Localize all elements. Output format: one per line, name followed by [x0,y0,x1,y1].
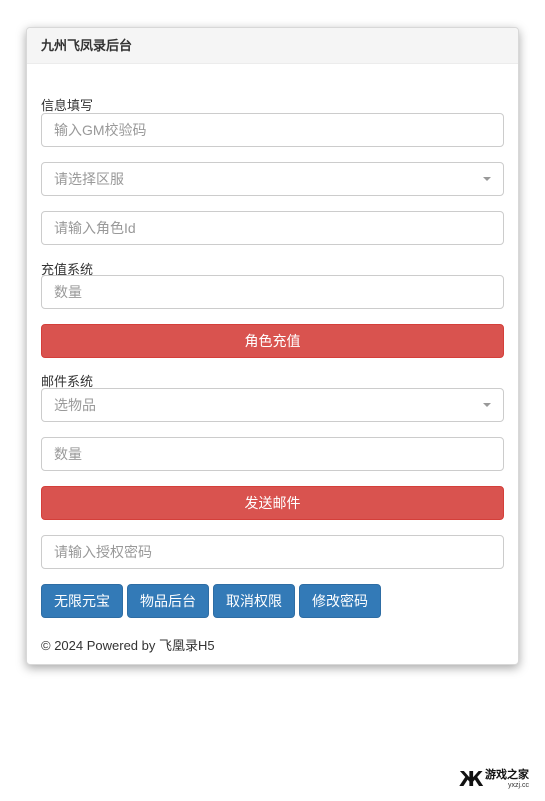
role-id-input[interactable] [41,211,504,245]
site-watermark: Ж 游戏之家 yxzj.cc [459,765,535,793]
recharge-quantity-input[interactable] [41,275,504,309]
watermark-logo-icon: Ж [459,767,484,791]
item-backend-button[interactable]: 物品后台 [127,584,209,618]
auth-password-input[interactable] [41,535,504,569]
watermark-subtitle: yxzj.cc [508,781,529,789]
chevron-down-icon [483,177,491,181]
gm-code-input[interactable] [41,113,504,147]
item-select-placeholder: 选物品 [54,397,96,413]
unlimited-ingot-button[interactable]: 无限元宝 [41,584,123,618]
watermark-title: 游戏之家 [485,768,529,781]
send-mail-button[interactable]: 发送邮件 [41,486,504,520]
server-select[interactable]: 请选择区服 [41,162,504,196]
footer-copyright: © 2024 Powered by 飞凰录H5 [41,638,215,653]
change-password-button[interactable]: 修改密码 [299,584,381,618]
server-select-placeholder: 请选择区服 [54,171,124,187]
info-section-label: 信息填写 [41,98,94,113]
recharge-role-button[interactable]: 角色充值 [41,324,504,358]
panel-title: 九州飞凤录后台 [27,28,518,64]
admin-panel: 九州飞凤录后台 信息填写 请选择区服 充值系统 角色充值 邮件系统 选物品 发送… [26,27,519,665]
item-select[interactable]: 选物品 [41,388,504,422]
chevron-down-icon [483,403,491,407]
revoke-permission-button[interactable]: 取消权限 [213,584,295,618]
mail-quantity-input[interactable] [41,437,504,471]
